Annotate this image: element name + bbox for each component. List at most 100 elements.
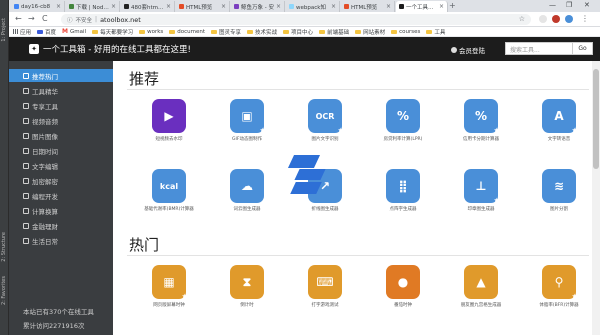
- section-divider: [127, 89, 589, 90]
- tool-card[interactable]: ▶ 短视频去水印: [137, 99, 201, 142]
- bookmark-folder[interactable]: 图灵专享: [211, 28, 241, 36]
- baidu-icon: [37, 29, 44, 34]
- bookmark-star-icon[interactable]: ☆: [519, 15, 525, 23]
- browser-tab[interactable]: day16-cb8 ×: [11, 1, 65, 12]
- bookmark-folder[interactable]: 网站素材: [355, 28, 385, 36]
- calendar-icon: [23, 147, 29, 154]
- bookmark-gmail[interactable]: M Gmail: [62, 28, 86, 35]
- sidebar-item-crypto[interactable]: 加密解密: [9, 174, 113, 187]
- tool-card[interactable]: ⣿ 点阵字生成器: [371, 169, 435, 212]
- omnibox[interactable]: ⓘ 不安全 | atoolbox.net ☆: [61, 14, 531, 25]
- bookmark-folder[interactable]: courses: [391, 29, 420, 35]
- tool-card[interactable]: ▦ ★ 网页版屏幕时钟: [137, 265, 201, 308]
- favicon: [14, 4, 19, 9]
- close-tab-icon[interactable]: ×: [331, 3, 336, 10]
- sidebar-item-recommended[interactable]: 推荐热门: [9, 69, 113, 82]
- tool-card[interactable]: ▲ 朋友圈九宫格生成器: [449, 265, 513, 308]
- menu-kebab-icon[interactable]: ⋮: [581, 14, 589, 23]
- search-go-button[interactable]: Go: [573, 42, 593, 55]
- info-icon[interactable]: ⓘ: [67, 16, 73, 24]
- bookmark-label: works: [147, 28, 164, 35]
- tool-card[interactable]: kcal 基础代谢率(BMR)计算器: [137, 169, 201, 212]
- bookmark-folder[interactable]: 项目中心: [283, 28, 313, 36]
- page-scrollbar[interactable]: [592, 61, 600, 335]
- browser-tab[interactable]: 下载 | Node.js×: [66, 1, 120, 12]
- money-icon: [23, 222, 29, 229]
- tool-card[interactable]: ≋ 图片分割: [527, 169, 591, 212]
- sidebar-item-text[interactable]: 文字编辑: [9, 159, 113, 172]
- sidebar-item-essentials[interactable]: 工具精华: [9, 84, 113, 97]
- security-label: 不安全: [75, 17, 93, 24]
- tool-card[interactable]: OCR ★ 图片文字识别: [293, 99, 357, 142]
- bookmark-apps[interactable]: 应用: [13, 28, 31, 36]
- close-tab-icon[interactable]: ×: [386, 3, 391, 10]
- favicon: [399, 4, 404, 9]
- close-tab-icon[interactable]: ×: [111, 3, 116, 10]
- bookmark-folder[interactable]: 技术实战: [247, 28, 277, 36]
- scrollbar-thumb[interactable]: [593, 69, 599, 169]
- tool-card[interactable]: ⊥ ★ 印章图生成器: [449, 169, 513, 212]
- back-button[interactable]: ←: [15, 14, 22, 23]
- bookmark-label: courses: [399, 28, 421, 35]
- tool-card[interactable]: ● 番茄时钟: [371, 265, 435, 308]
- bookmark-folder[interactable]: 工具: [426, 28, 445, 36]
- sidebar-item-audio-video[interactable]: 视频音频: [9, 114, 113, 127]
- bookmark-baidu[interactable]: 百度: [37, 28, 56, 36]
- close-tab-icon[interactable]: ×: [221, 3, 226, 10]
- sidebar-item-calculators[interactable]: 计算换算: [9, 204, 113, 217]
- bookmark-folder[interactable]: 每天都要学习: [92, 28, 133, 36]
- new-tab-button[interactable]: +: [449, 1, 456, 10]
- tool-card[interactable]: % 房贷利率计算(LPR): [371, 99, 435, 142]
- close-tab-icon[interactable]: ×: [56, 3, 61, 10]
- browser-tab[interactable]: HTML预览 ×: [176, 1, 230, 12]
- ide-favorites-tab[interactable]: 2: Favorites: [1, 276, 7, 305]
- ide-structure-tab[interactable]: 2: Structure: [1, 232, 7, 262]
- tool-card[interactable]: A ★ 文字转语音: [527, 99, 591, 142]
- browser-tab-active[interactable]: 一个工具箱 - 好×: [396, 1, 448, 12]
- ide-project-tab[interactable]: 1: Project: [1, 18, 7, 42]
- sidebar-item-images[interactable]: 图片图像: [9, 129, 113, 142]
- profile-avatar[interactable]: [565, 15, 573, 23]
- extension-icon[interactable]: [552, 15, 560, 23]
- close-tab-icon[interactable]: ×: [276, 3, 281, 10]
- maximize-button[interactable]: ❐: [566, 1, 572, 9]
- sidebar-item-daily[interactable]: 生活日常: [9, 234, 113, 247]
- tool-card[interactable]: ☁ 词云图生成器: [215, 169, 279, 212]
- tool-card[interactable]: ⧗ 倒计时: [215, 265, 279, 308]
- sidebar-item-finance[interactable]: 金融理财: [9, 219, 113, 232]
- bookmark-folder[interactable]: document: [169, 29, 205, 35]
- close-tab-icon[interactable]: ×: [166, 3, 171, 10]
- tab-label: day16-cb8: [21, 3, 51, 10]
- reload-button[interactable]: C: [42, 14, 48, 23]
- browser-tab[interactable]: HTML预览 ×: [341, 1, 395, 12]
- tool-card[interactable]: % ★ 信用卡分期计算器: [449, 99, 513, 142]
- url-text[interactable]: atoolbox.net: [100, 16, 141, 24]
- folder-icon: [139, 29, 146, 34]
- bookmark-folder[interactable]: 前端基础: [319, 28, 349, 36]
- bookmark-folder[interactable]: works: [139, 29, 163, 35]
- extension-icon[interactable]: [539, 15, 547, 23]
- text-icon: [23, 162, 29, 169]
- close-window-button[interactable]: ✕: [584, 1, 590, 9]
- tool-search-input[interactable]: 搜索工具...: [505, 42, 573, 55]
- browser-tab[interactable]: webpack知 ×: [286, 1, 340, 12]
- gif-frame-icon: ▣ ★: [230, 99, 265, 134]
- close-tab-icon[interactable]: ×: [439, 3, 444, 10]
- site-title[interactable]: 一个工具箱 - 好用的在线工具都在这里!: [43, 43, 191, 55]
- sidebar-item-dev[interactable]: 编程开发: [9, 189, 113, 202]
- tool-card[interactable]: ▣ ★ GIF动态图制作: [215, 99, 279, 142]
- calculator-icon: [23, 207, 29, 214]
- browser-tab[interactable]: 鲸鱼万象 - 安 ×: [231, 1, 285, 12]
- browser-tab[interactable]: 480套html全 ×: [121, 1, 175, 12]
- site-logo-icon[interactable]: ✦: [29, 44, 39, 54]
- minimize-button[interactable]: —: [549, 1, 556, 9]
- login-link[interactable]: 会员登陆: [451, 45, 485, 55]
- bookmark-label: 每天都要学习: [100, 29, 134, 36]
- tool-card[interactable]: ⚲ ★ 体脂率(BFR)计算器: [527, 265, 591, 308]
- sidebar-item-datetime[interactable]: 日期时间: [9, 144, 113, 157]
- forward-button[interactable]: →: [28, 14, 35, 23]
- folder-icon: [426, 29, 433, 34]
- main-content: 推荐 ▶ 短视频去水印 ▣ ★ GIF动态图制作 OCR ★ 图片文字识别 % 房贷利率计算…: [113, 61, 600, 335]
- tool-card[interactable]: ⌨ 打字游戏测试: [293, 265, 357, 308]
- sidebar-item-exclusive[interactable]: 专享工具: [9, 99, 113, 112]
